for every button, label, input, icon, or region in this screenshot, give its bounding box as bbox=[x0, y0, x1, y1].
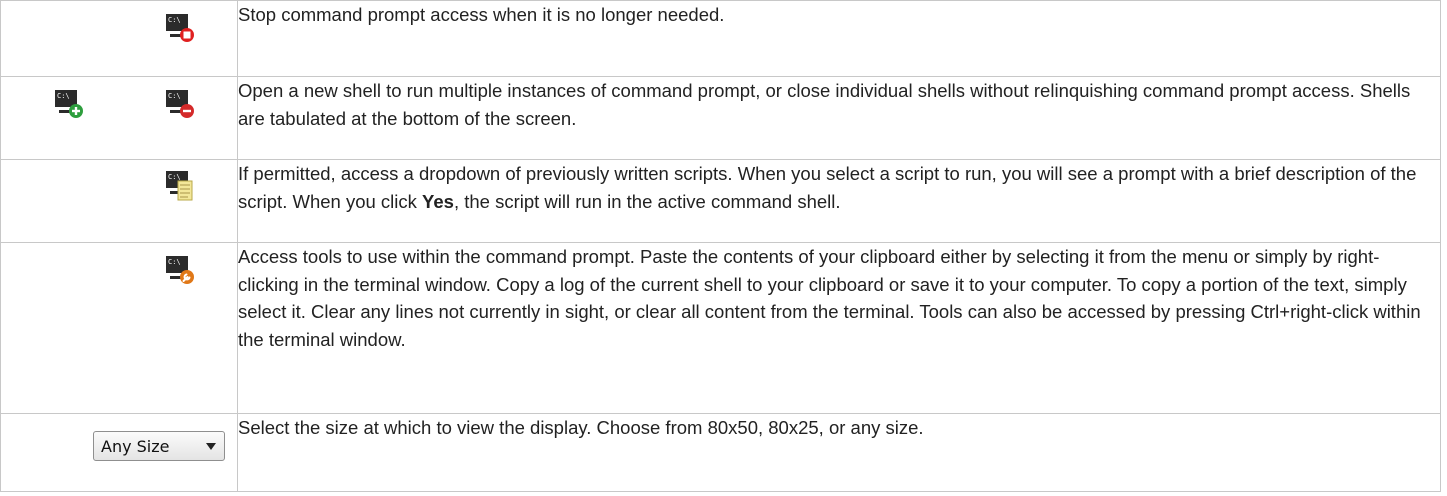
description-text: Select the size at which to view the dis… bbox=[237, 413, 1441, 492]
description-text: Open a new shell to run multiple instanc… bbox=[237, 76, 1441, 160]
command-prompt-close-shell-icon[interactable]: C:\ bbox=[166, 90, 194, 118]
description-text: Access tools to use within the command p… bbox=[237, 242, 1441, 414]
yes-label: Yes bbox=[422, 190, 454, 212]
command-prompt-toolbar-table: C:\ Stop command prompt access when it i… bbox=[0, 0, 1441, 492]
table-row: C:\ If permitted, access a dropdown of p… bbox=[0, 159, 1441, 243]
table-row: C:\ C:\ Open a new shell to run multiple… bbox=[0, 76, 1441, 160]
command-prompt-add-shell-icon[interactable]: C:\ bbox=[55, 90, 83, 118]
table-row: Any Size Select the size at which to vie… bbox=[0, 413, 1441, 492]
svg-text:C:\: C:\ bbox=[168, 258, 181, 266]
chevron-down-icon bbox=[206, 443, 216, 450]
svg-text:C:\: C:\ bbox=[168, 173, 181, 181]
svg-text:C:\: C:\ bbox=[168, 92, 181, 100]
description-text: If permitted, access a dropdown of previ… bbox=[237, 159, 1441, 243]
command-prompt-stop-icon[interactable]: C:\ bbox=[166, 14, 194, 42]
cmd-label: C:\ bbox=[168, 16, 181, 24]
table-row: C:\ Access tools to use within the comma… bbox=[0, 242, 1441, 414]
icon-cell: C:\ C:\ bbox=[0, 76, 238, 160]
command-prompt-scripts-icon[interactable]: C:\ bbox=[166, 171, 194, 201]
icon-cell: C:\ bbox=[0, 0, 238, 77]
icon-cell: C:\ bbox=[0, 159, 238, 243]
icon-cell: Any Size bbox=[0, 413, 238, 492]
table-row: C:\ Stop command prompt access when it i… bbox=[0, 0, 1441, 77]
icon-cell: C:\ bbox=[0, 242, 238, 414]
display-size-value: Any Size bbox=[101, 437, 170, 456]
display-size-select[interactable]: Any Size bbox=[93, 431, 225, 461]
command-prompt-tools-icon[interactable]: C:\ bbox=[166, 256, 194, 284]
svg-text:C:\: C:\ bbox=[57, 92, 70, 100]
description-text: Stop command prompt access when it is no… bbox=[237, 0, 1441, 77]
